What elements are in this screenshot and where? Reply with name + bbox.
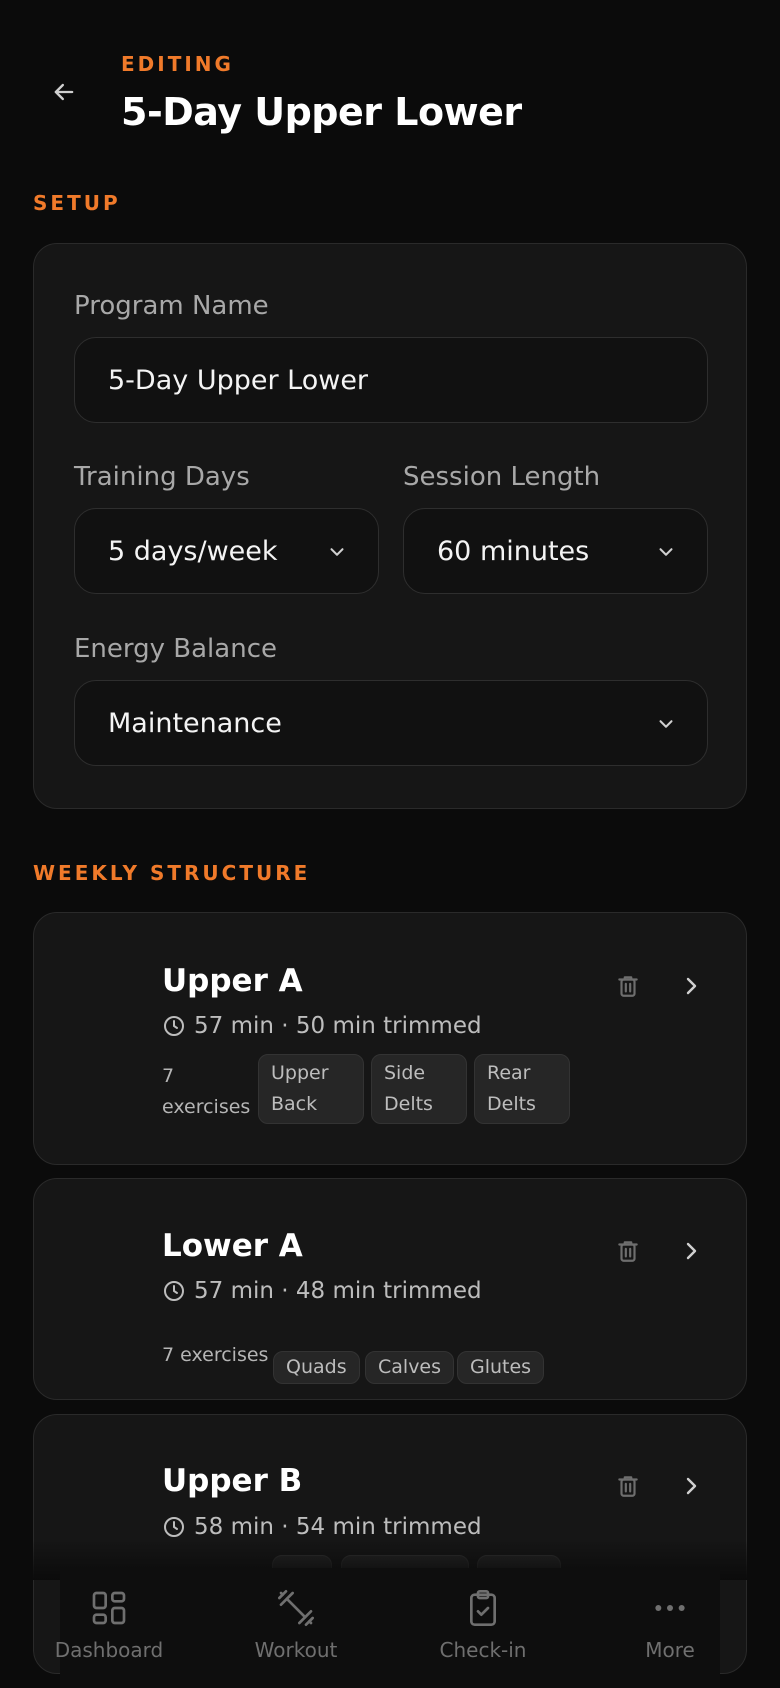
session-length-value: 60 minutes <box>437 535 590 567</box>
nav-dashboard[interactable]: Dashboard <box>29 1588 189 1662</box>
clock-icon <box>164 1281 184 1301</box>
muscle-tag: Calves <box>365 1351 455 1384</box>
nav-check-in[interactable]: Check-in <box>403 1588 563 1662</box>
delete-day-button[interactable] <box>608 966 648 1006</box>
delete-day-button[interactable] <box>608 1466 648 1506</box>
energy-balance-value: Maintenance <box>108 707 282 739</box>
program-name-value: 5-Day Upper Lower <box>108 364 369 396</box>
exercise-count-unit: exercises <box>162 1096 251 1118</box>
tag-line: Upper <box>271 1062 329 1084</box>
trash-icon <box>618 1241 638 1262</box>
tag-line: Delts <box>487 1093 536 1115</box>
setup-section-label: SETUP <box>33 191 121 215</box>
training-days-select[interactable]: 5 days/week <box>74 508 379 594</box>
day-duration: 58 min · 54 min trimmed <box>162 1514 482 1540</box>
muscle-tag: Rear Delts <box>474 1054 570 1124</box>
tag-line: Rear <box>487 1062 531 1084</box>
header: EDITING 5-Day Upper Lower <box>0 0 780 170</box>
setup-card: Program Name 5-Day Upper Lower Training … <box>33 243 747 809</box>
chevron-right-icon <box>686 977 697 995</box>
training-days-label: Training Days <box>74 462 250 492</box>
day-meta-text: 57 min · 50 min trimmed <box>194 1013 482 1039</box>
energy-balance-select[interactable]: Maintenance <box>74 680 708 766</box>
nav-label: Dashboard <box>54 1638 164 1662</box>
delete-day-button[interactable] <box>608 1231 648 1271</box>
nav-workout[interactable]: Workout <box>216 1588 376 1662</box>
day-meta-text: 57 min · 48 min trimmed <box>194 1278 482 1304</box>
open-day-button[interactable] <box>671 1231 711 1271</box>
open-day-button[interactable] <box>671 966 711 1006</box>
trash-icon <box>618 1476 638 1497</box>
editing-eyebrow: EDITING <box>121 52 234 76</box>
open-day-button[interactable] <box>671 1466 711 1506</box>
page-title: 5-Day Upper Lower <box>121 90 522 134</box>
nav-label: More <box>645 1638 695 1662</box>
day-duration: 57 min · 48 min trimmed <box>162 1278 482 1304</box>
more-icon <box>655 1605 685 1611</box>
exercise-count-number: 7 <box>162 1065 175 1087</box>
muscle-tag: Quads <box>273 1351 360 1384</box>
chevron-down-icon <box>659 720 673 728</box>
clipboard-check-icon <box>470 1590 496 1626</box>
program-name-label: Program Name <box>74 291 269 321</box>
energy-balance-label: Energy Balance <box>74 634 277 664</box>
nav-more[interactable]: More <box>590 1588 750 1662</box>
day-duration: 57 min · 50 min trimmed <box>162 1013 482 1039</box>
back-button[interactable] <box>44 72 84 112</box>
dashboard-icon <box>92 1591 126 1625</box>
day-title: Upper B <box>162 1463 303 1499</box>
chevron-down-icon <box>659 548 673 556</box>
chevron-down-icon <box>330 548 344 556</box>
exercise-count: 7 exercises <box>162 1344 269 1366</box>
day-card-lower-a[interactable]: Lower A 57 min · 48 min trimmed 7 exerci… <box>33 1178 747 1400</box>
nav-label: Check-in <box>439 1638 527 1662</box>
exercise-count: 7 exercises <box>162 1061 250 1123</box>
day-meta-text: 58 min · 54 min trimmed <box>194 1514 482 1540</box>
training-days-value: 5 days/week <box>108 535 278 567</box>
trash-icon <box>618 976 638 997</box>
day-card-upper-a[interactable]: Upper A 57 min · 50 min trimmed 7 exerci… <box>33 912 747 1165</box>
arrow-left-icon <box>54 83 74 101</box>
chevron-right-icon <box>686 1477 697 1495</box>
chevron-right-icon <box>686 1242 697 1260</box>
program-name-field[interactable]: 5-Day Upper Lower <box>74 337 708 423</box>
tag-line: Delts <box>384 1093 433 1115</box>
muscle-tag: Side Delts <box>371 1054 467 1124</box>
muscle-tag: Upper Back <box>258 1054 364 1124</box>
tag-line: Side <box>384 1062 426 1084</box>
session-length-select[interactable]: 60 minutes <box>403 508 708 594</box>
nav-label: Workout <box>254 1638 338 1662</box>
clock-icon <box>164 1016 184 1036</box>
clock-icon <box>164 1517 184 1537</box>
dumbbell-icon <box>278 1590 314 1626</box>
muscle-tag: Glutes <box>457 1351 545 1384</box>
weekly-structure-label: WEEKLY STRUCTURE <box>33 861 311 885</box>
day-title: Upper A <box>162 963 303 999</box>
day-title: Lower A <box>162 1228 303 1264</box>
tag-line: Back <box>271 1093 318 1115</box>
session-length-label: Session Length <box>403 462 601 492</box>
